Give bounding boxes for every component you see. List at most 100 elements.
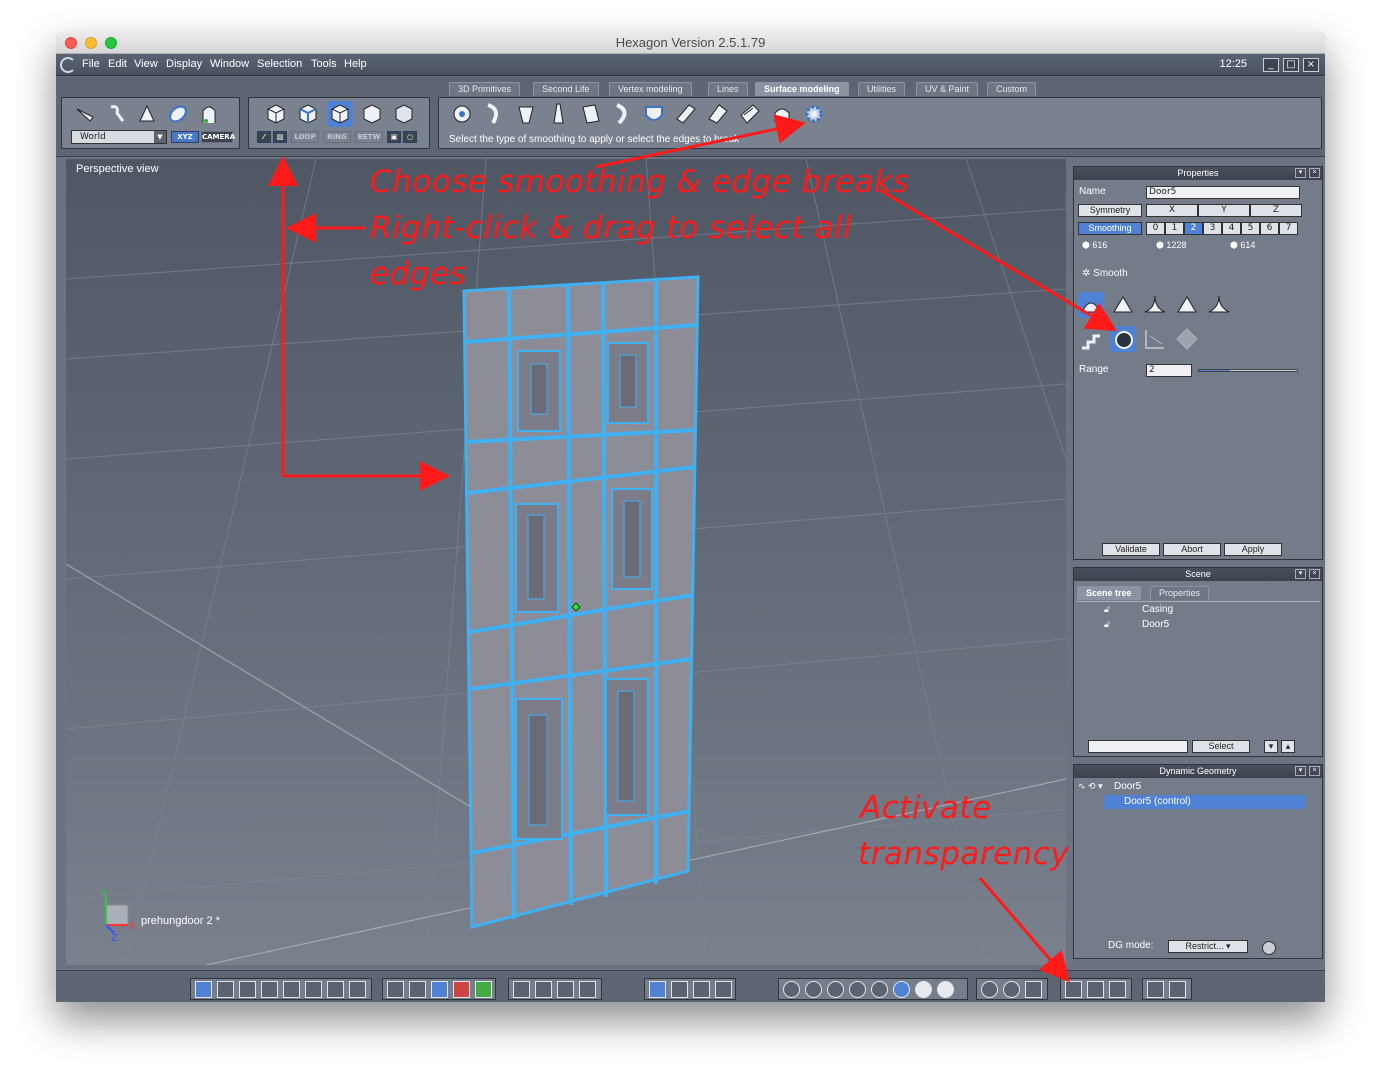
scene-select-button[interactable]: Select: [1192, 740, 1250, 753]
menu-file[interactable]: File: [82, 58, 100, 70]
bevel-icon[interactable]: [705, 101, 731, 127]
menu-view[interactable]: View: [134, 58, 158, 70]
symmetry-view-icon[interactable]: [1025, 981, 1042, 998]
close-icon[interactable]: ×: [1309, 569, 1320, 579]
validate-button[interactable]: Validate: [1102, 543, 1160, 556]
range-field[interactable]: 2: [1146, 364, 1192, 377]
menu-display[interactable]: Display: [166, 58, 202, 70]
layout-two-horizontal-icon[interactable]: [327, 981, 344, 998]
smoothing-gear-icon[interactable]: [801, 101, 827, 127]
skin-icon[interactable]: [609, 101, 635, 127]
layout-three-right-icon[interactable]: [305, 981, 322, 998]
collapse-icon[interactable]: ▾: [1295, 168, 1306, 178]
smooth-level-0[interactable]: 0: [1146, 222, 1165, 235]
shaded-sphere-icon[interactable]: [915, 981, 932, 998]
grid-red-icon[interactable]: [453, 981, 470, 998]
book-icon[interactable]: [1109, 981, 1126, 998]
coons-surface-icon[interactable]: [577, 101, 603, 127]
dg-mode-select[interactable]: Restrict... ▾: [1168, 940, 1248, 953]
menu-edit[interactable]: Edit: [108, 58, 127, 70]
layout-three-bottom-icon[interactable]: [261, 981, 278, 998]
crease-icon[interactable]: [1174, 326, 1200, 352]
layout-three-left-icon[interactable]: [283, 981, 300, 998]
close-icon[interactable]: ×: [1309, 168, 1320, 178]
fly-icon[interactable]: [715, 981, 732, 998]
apply-button[interactable]: Apply: [1224, 543, 1282, 556]
select-vertex-icon[interactable]: [263, 101, 289, 127]
frame-selection-icon[interactable]: [535, 981, 552, 998]
tab-utilities[interactable]: Utilities: [858, 82, 906, 96]
tab-scene-properties[interactable]: Properties: [1150, 586, 1210, 600]
flat-wire-sphere-icon[interactable]: [849, 981, 866, 998]
between-select-button[interactable]: BETW: [355, 131, 383, 143]
app-minimize-button[interactable]: _: [1263, 58, 1279, 72]
dolly-icon[interactable]: [693, 981, 710, 998]
sort-up-icon[interactable]: ▴: [1281, 740, 1295, 753]
layout-quad-icon[interactable]: [217, 981, 234, 998]
collapse-icon[interactable]: ▾: [1295, 766, 1306, 776]
select-face-icon[interactable]: [327, 101, 353, 127]
tab-scene-tree[interactable]: Scene tree: [1077, 586, 1141, 600]
revolve-icon[interactable]: [513, 101, 539, 127]
edge-break-icon[interactable]: [1078, 326, 1104, 352]
layout-two-vertical-icon[interactable]: [349, 981, 366, 998]
tab-surface-modeling[interactable]: Surface modeling: [755, 82, 849, 96]
door-model[interactable]: [462, 275, 700, 929]
universal-manipulator-icon[interactable]: [196, 101, 222, 127]
ring-select-button[interactable]: RING: [323, 131, 351, 143]
collapse-icon[interactable]: ▾: [1295, 569, 1306, 579]
thickness-icon[interactable]: [673, 101, 699, 127]
scale-tool-icon[interactable]: [165, 101, 191, 127]
transparency-cube-icon[interactable]: [1065, 981, 1082, 998]
smooth-level-3[interactable]: 3: [1203, 222, 1222, 235]
loft-icon[interactable]: [481, 101, 507, 127]
grid-display-icon[interactable]: [431, 981, 448, 998]
flat-sphere-icon[interactable]: [827, 981, 844, 998]
smooth-type-1-icon[interactable]: [1078, 292, 1104, 318]
textured-sphere-icon[interactable]: [937, 981, 954, 998]
tab-custom[interactable]: Custom: [987, 82, 1037, 96]
symmetry-z[interactable]: Z: [1250, 204, 1302, 217]
app-restore-button[interactable]: □: [1283, 58, 1299, 72]
smooth-level-4[interactable]: 4: [1222, 222, 1241, 235]
smooth-type-2-icon[interactable]: [1110, 292, 1136, 318]
symmetry-x[interactable]: X: [1146, 204, 1198, 217]
lock-icon[interactable]: 🔓︎: [1104, 604, 1110, 615]
loop-select-button[interactable]: LOOP: [291, 131, 319, 143]
coordinate-space-select[interactable]: World ▼: [71, 130, 167, 144]
dg-item-door5[interactable]: Door5: [1114, 781, 1141, 792]
tube-icon[interactable]: [737, 101, 763, 127]
tab-second-life[interactable]: Second Life: [533, 82, 599, 96]
app-close-button[interactable]: ×: [1303, 58, 1319, 72]
smooth-level-5[interactable]: 5: [1241, 222, 1260, 235]
render-icon[interactable]: [1147, 981, 1164, 998]
tab-3d-primitives[interactable]: 3D Primitives: [449, 82, 521, 96]
smooth-type-3-icon[interactable]: [1142, 292, 1168, 318]
shell-icon[interactable]: [641, 101, 667, 127]
hidden-line-sphere-icon[interactable]: [805, 981, 822, 998]
lasso-select-icon[interactable]: ▨: [273, 131, 287, 143]
smoothing-button[interactable]: Smoothing: [1078, 222, 1142, 235]
cap-icon[interactable]: [769, 101, 795, 127]
abort-button[interactable]: Abort: [1163, 543, 1221, 556]
smooth-level-7[interactable]: 7: [1279, 222, 1298, 235]
dg-toggle-icon[interactable]: [1262, 941, 1276, 955]
menu-help[interactable]: Help: [344, 58, 367, 70]
camera-icon[interactable]: [1169, 981, 1186, 998]
move-tool-icon[interactable]: [103, 101, 129, 127]
extrude-icon[interactable]: [449, 101, 475, 127]
break-edges-icon[interactable]: [1110, 326, 1136, 352]
smooth-type-5-icon[interactable]: [1206, 292, 1232, 318]
sort-down-icon[interactable]: ▾: [1264, 740, 1278, 753]
eye-icon[interactable]: [579, 981, 596, 998]
dg-item-selected[interactable]: Door5 (control): [1104, 795, 1306, 809]
scene-item-casing[interactable]: Casing: [1142, 604, 1173, 615]
grid-settings-icon[interactable]: [387, 981, 404, 998]
orbit-icon[interactable]: [649, 981, 666, 998]
tab-uv-paint[interactable]: UV & Paint: [916, 82, 979, 96]
layout-three-top-icon[interactable]: [239, 981, 256, 998]
select-auto-icon[interactable]: [391, 101, 417, 127]
grid-green-icon[interactable]: [475, 981, 492, 998]
scene-filter-input[interactable]: [1088, 740, 1188, 753]
symmetry-button[interactable]: Symmetry: [1078, 204, 1142, 217]
